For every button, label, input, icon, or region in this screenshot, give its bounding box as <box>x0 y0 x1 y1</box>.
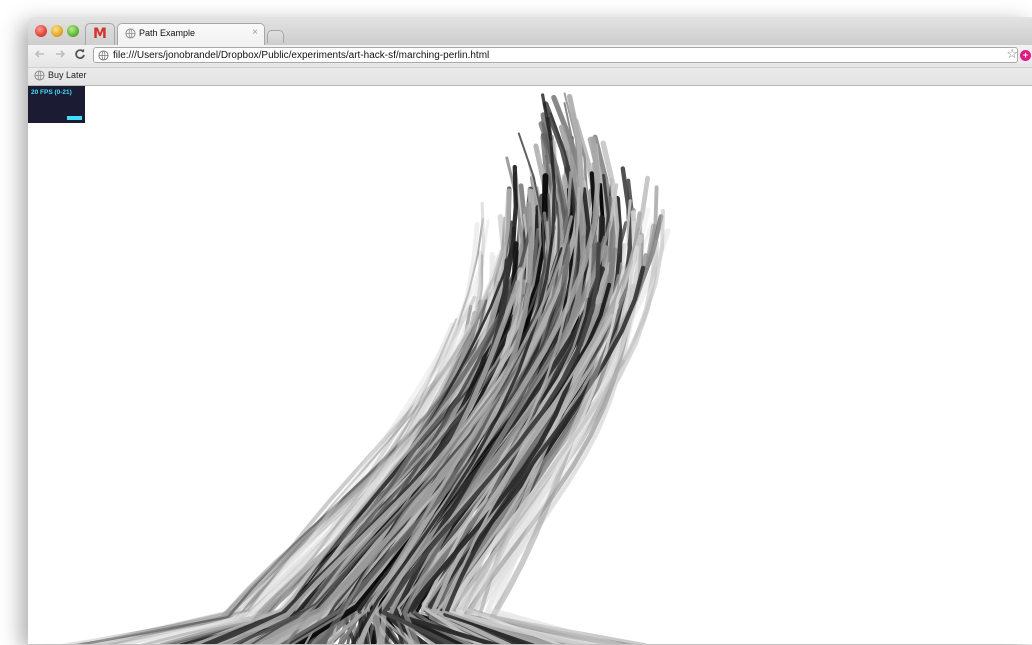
globe-icon <box>125 28 136 39</box>
bookmark-label: Buy Later <box>48 70 87 80</box>
page-info-globe-icon[interactable] <box>98 50 109 61</box>
back-arrow-icon[interactable] <box>34 48 46 63</box>
reload-icon[interactable] <box>74 48 86 63</box>
bookmark-star-icon[interactable]: ☆ <box>1006 46 1018 62</box>
new-tab-button[interactable] <box>267 30 284 43</box>
tab-strip: M Path Example × <box>28 17 1032 45</box>
tab-title: Path Example <box>139 28 196 38</box>
navigation-toolbar: file:///Users/jonobrandel/Dropbox/Public… <box>28 45 1032 68</box>
globe-icon <box>34 70 45 81</box>
perlin-flow-artwork <box>61 92 671 644</box>
fps-counter: 20 FPS (0-21) <box>28 86 85 123</box>
bookmarks-bar: Buy Later <box>28 68 1032 86</box>
minimize-window-button[interactable] <box>51 25 63 37</box>
fps-graph-bar <box>67 116 82 120</box>
bookmark-buy-later[interactable]: Buy Later <box>34 70 87 81</box>
forward-arrow-icon[interactable] <box>54 48 66 63</box>
browser-window: M Path Example × file:///Users/jonobrand… <box>28 17 1032 644</box>
page-content: 20 FPS (0-21) <box>28 86 1032 644</box>
zoom-window-button[interactable] <box>67 25 79 37</box>
tab-gmail[interactable]: M <box>85 23 115 45</box>
url-text: file:///Users/jonobrandel/Dropbox/Public… <box>113 50 490 61</box>
address-bar[interactable]: file:///Users/jonobrandel/Dropbox/Public… <box>93 46 1018 63</box>
extension-icon[interactable]: + <box>1020 50 1031 61</box>
gmail-icon: M <box>93 26 107 42</box>
tab-path-example[interactable]: Path Example × <box>117 23 265 45</box>
tab-close-icon[interactable]: × <box>252 27 258 38</box>
fps-label: 20 FPS (0-21) <box>31 89 72 96</box>
close-window-button[interactable] <box>35 25 47 37</box>
